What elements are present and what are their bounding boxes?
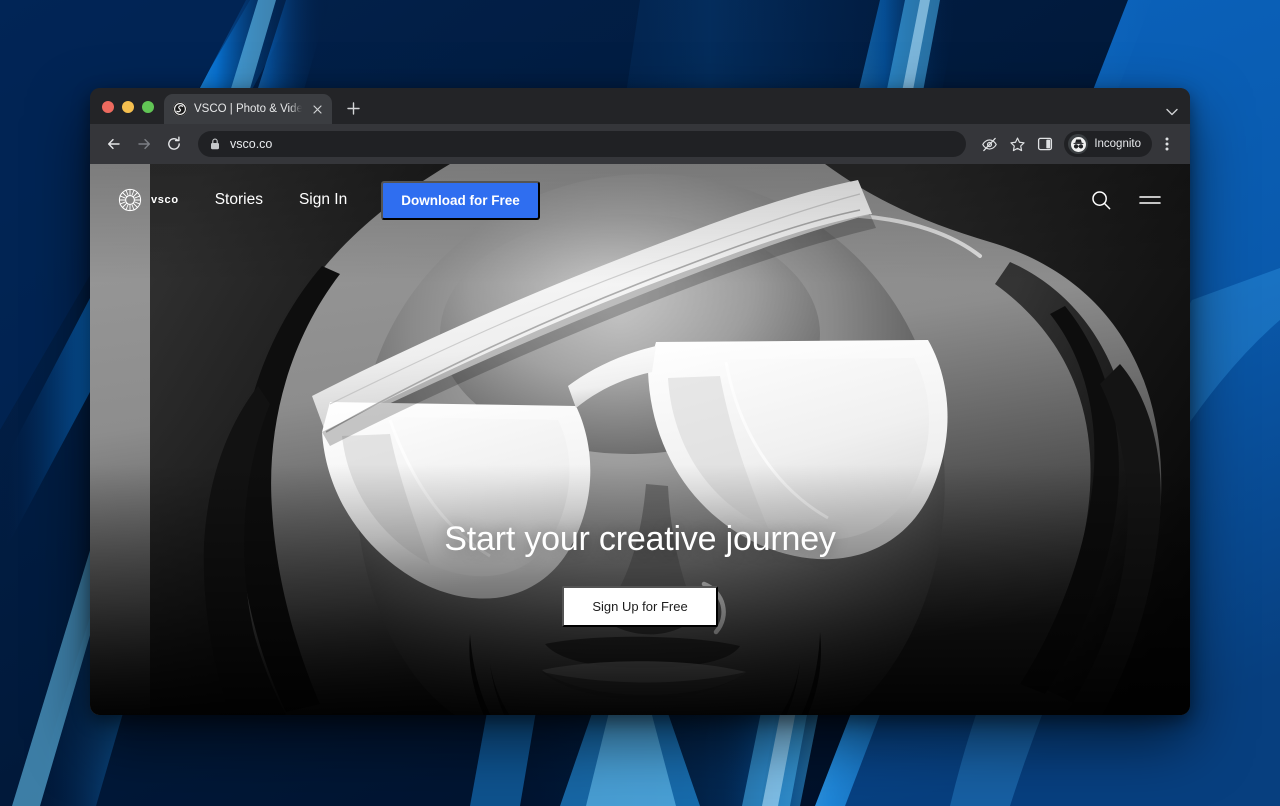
browser-tabstrip: VSCO | Photo & Video Editing A (90, 88, 1190, 124)
bookmark-star-icon[interactable] (1004, 131, 1030, 157)
hamburger-menu-icon[interactable] (1138, 192, 1162, 208)
address-bar[interactable]: vsco.co (198, 131, 967, 157)
site-navigation: vsco Stories Sign In Download for Free (90, 164, 1190, 236)
browser-tab-active[interactable]: VSCO | Photo & Video Editing A (164, 94, 332, 124)
download-for-free-button[interactable]: Download for Free (381, 180, 540, 220)
maximize-window-button[interactable] (142, 101, 154, 113)
hero-content: Start your creative journey Sign Up for … (90, 520, 1190, 627)
tracking-protection-icon[interactable] (976, 131, 1002, 157)
minimize-window-button[interactable] (122, 101, 134, 113)
search-icon[interactable] (1090, 189, 1112, 211)
vsco-favicon (173, 102, 187, 116)
browser-toolbar: vsco.co Incognito (90, 124, 1190, 164)
hero-image (90, 164, 1190, 715)
new-tab-button[interactable] (340, 95, 366, 121)
lock-icon (210, 138, 221, 150)
hero-title: Start your creative journey (444, 520, 836, 558)
incognito-profile-chip[interactable]: Incognito (1064, 131, 1152, 157)
incognito-label: Incognito (1094, 138, 1141, 150)
back-button[interactable] (100, 130, 128, 158)
tab-search-chevron-button[interactable] (1166, 108, 1190, 124)
page-viewport: vsco Stories Sign In Download for Free S… (90, 164, 1190, 715)
vsco-aperture-logo-icon (118, 188, 142, 212)
close-window-button[interactable] (102, 101, 114, 113)
sign-up-for-free-button[interactable]: Sign Up for Free (562, 586, 718, 627)
close-tab-button[interactable] (309, 101, 325, 117)
browser-window: VSCO | Photo & Video Editing A (90, 88, 1190, 715)
site-nav-right-actions (1090, 189, 1162, 211)
browser-tab-title: VSCO | Photo & Video Editing A (194, 103, 302, 115)
forward-button[interactable] (130, 130, 158, 158)
chrome-menu-icon[interactable] (1154, 131, 1180, 157)
nav-link-stories[interactable]: Stories (215, 191, 263, 209)
window-traffic-lights (90, 101, 164, 124)
vsco-brand[interactable]: vsco (118, 188, 179, 212)
side-panel-icon[interactable] (1032, 131, 1058, 157)
reload-button[interactable] (160, 130, 188, 158)
incognito-icon (1068, 134, 1089, 154)
address-bar-url: vsco.co (230, 137, 273, 151)
hero-portrait-art (90, 164, 1190, 715)
vsco-wordmark: vsco (151, 194, 179, 206)
nav-link-sign-in[interactable]: Sign In (299, 191, 347, 209)
